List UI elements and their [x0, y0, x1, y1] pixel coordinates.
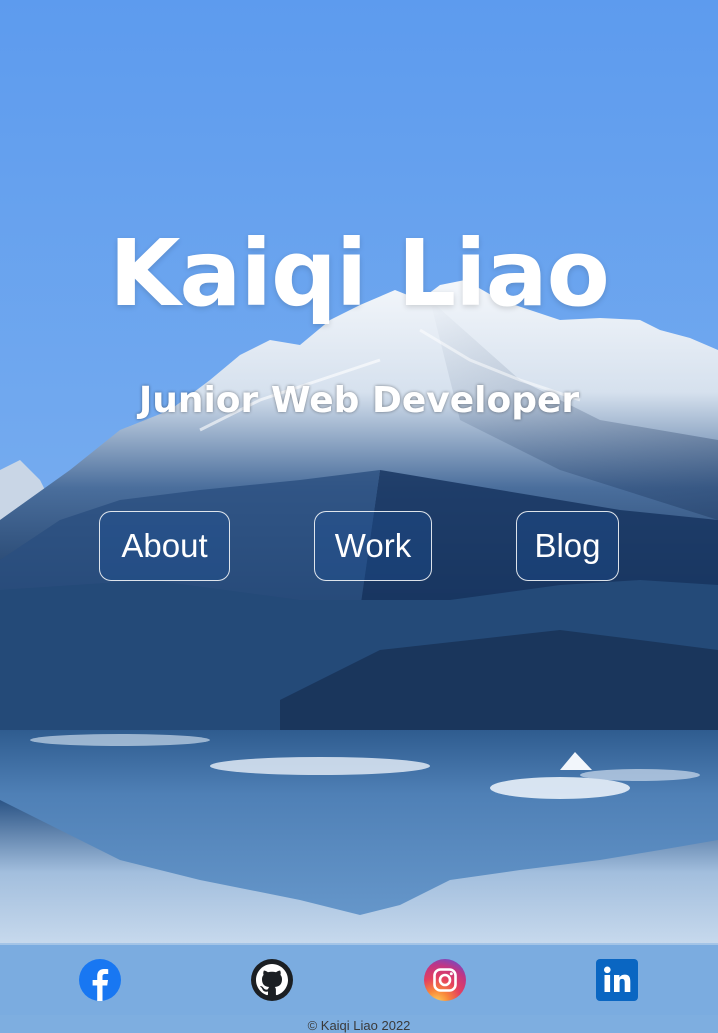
hero-role-subtitle: Junior Web Developer: [138, 380, 580, 421]
github-icon[interactable]: [250, 958, 294, 1002]
nav-work-button[interactable]: Work: [314, 511, 432, 581]
instagram-icon[interactable]: [423, 958, 467, 1002]
hero-name-heading: Kaiqi Liao: [109, 220, 610, 327]
facebook-icon[interactable]: [78, 958, 122, 1002]
linkedin-icon[interactable]: [595, 958, 639, 1002]
footer-copyright: © Kaiqi Liao 2022: [307, 1018, 411, 1033]
nav-blog-button[interactable]: Blog: [516, 511, 619, 581]
nav-about-button[interactable]: About: [99, 511, 230, 581]
